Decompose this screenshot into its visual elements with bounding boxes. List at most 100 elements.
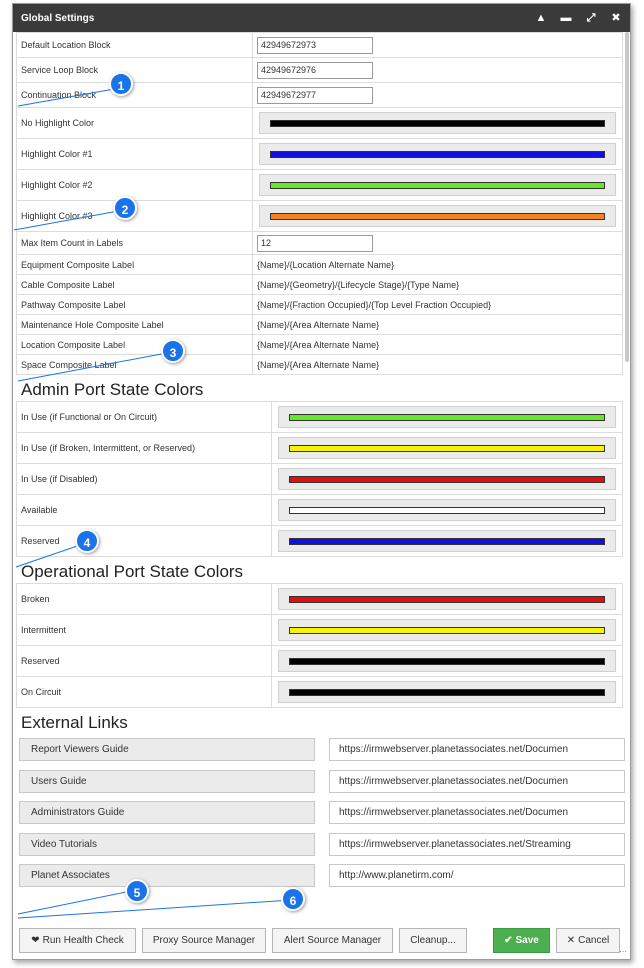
link-url-field[interactable]: https://irmwebserver.planetassociates.ne… bbox=[329, 769, 625, 793]
cleanup-button[interactable]: Cleanup... bbox=[399, 927, 467, 953]
setting-value: {Name}/{Area Alternate Name} bbox=[252, 314, 623, 335]
setting-value-cell bbox=[252, 138, 623, 170]
color-picker[interactable] bbox=[278, 530, 616, 552]
settings-row: Service Loop Block bbox=[16, 57, 623, 83]
setting-input[interactable] bbox=[257, 234, 373, 252]
link-url-field[interactable]: https://irmwebserver.planetassociates.ne… bbox=[329, 801, 625, 825]
link-label-field[interactable]: Report Viewers Guide bbox=[19, 738, 315, 762]
color-swatch bbox=[270, 119, 605, 127]
alert-source-manager-button[interactable]: Alert Source Manager bbox=[272, 927, 393, 953]
settings-row: Cable Composite Label {Name}/{Geometry}/{… bbox=[16, 274, 623, 295]
setting-value-cell bbox=[252, 107, 623, 139]
settings-row: Max Item Count in Labels bbox=[16, 231, 623, 255]
color-picker[interactable] bbox=[259, 112, 616, 134]
setting-label: Default Location Block bbox=[16, 32, 253, 58]
minimize-icon[interactable]: ▬ bbox=[560, 12, 572, 24]
setting-label: Maintenance Hole Composite Label bbox=[16, 314, 253, 335]
port-state-color-cell bbox=[271, 583, 623, 615]
color-picker[interactable] bbox=[278, 468, 616, 490]
cancel-button[interactable]: ✕ Cancel bbox=[556, 927, 620, 953]
color-picker[interactable] bbox=[278, 650, 616, 672]
setting-value-cell bbox=[252, 57, 623, 83]
proxy-source-manager-button[interactable]: Proxy Source Manager bbox=[142, 927, 266, 953]
cross-icon: ✕ bbox=[566, 934, 576, 946]
close-icon[interactable]: ✖ bbox=[610, 12, 622, 24]
settings-row: Space Composite Label {Name}/{Area Altern… bbox=[16, 354, 623, 375]
port-state-row: Available bbox=[16, 494, 623, 526]
color-picker[interactable] bbox=[259, 174, 616, 196]
setting-label: Continuation Block bbox=[16, 82, 253, 108]
collapse-icon[interactable]: ▲ bbox=[535, 12, 547, 24]
maximize-icon[interactable]: ⤢ bbox=[585, 12, 597, 24]
callout-4: 4 bbox=[75, 529, 99, 553]
color-picker[interactable] bbox=[278, 588, 616, 610]
port-state-label: In Use (if Broken, Intermittent, or Rese… bbox=[16, 432, 272, 464]
link-label-field[interactable]: Video Tutorials bbox=[19, 832, 315, 856]
admin-port-state-heading: Admin Port State Colors bbox=[21, 380, 204, 399]
setting-input[interactable] bbox=[257, 61, 373, 79]
scrollbar[interactable] bbox=[625, 32, 629, 362]
color-swatch bbox=[289, 537, 605, 545]
settings-row: Pathway Composite Label {Name}/{Fraction … bbox=[16, 294, 623, 315]
port-state-label: Reserved bbox=[16, 525, 272, 557]
setting-input[interactable] bbox=[257, 36, 373, 54]
link-label-field[interactable]: Users Guide bbox=[19, 769, 315, 793]
setting-value: {Name}/{Area Alternate Name} bbox=[252, 334, 623, 355]
settings-row: Highlight Color #2 bbox=[16, 169, 623, 201]
color-swatch bbox=[289, 506, 605, 514]
callout-6: 6 bbox=[281, 887, 305, 911]
port-state-label: In Use (if Functional or On Circuit) bbox=[16, 401, 272, 433]
port-state-color-cell bbox=[271, 525, 623, 557]
callout-2: 2 bbox=[113, 196, 137, 220]
check-icon: ✔ bbox=[504, 934, 513, 946]
port-state-label: Broken bbox=[16, 583, 272, 615]
link-row: Video Tutorials https://irmwebserver.plan… bbox=[19, 829, 625, 861]
color-picker[interactable] bbox=[259, 143, 616, 165]
color-swatch bbox=[270, 212, 605, 220]
color-swatch bbox=[289, 626, 605, 634]
link-row: Administrators Guide https://irmwebserver… bbox=[19, 797, 625, 829]
port-state-color-cell bbox=[271, 494, 623, 526]
title-bar: Global Settings ▲ ▬ ⤢ ✖ bbox=[13, 4, 630, 32]
settings-row: Default Location Block bbox=[16, 32, 623, 58]
color-swatch bbox=[289, 657, 605, 665]
callout-3: 3 bbox=[161, 339, 185, 363]
operational-port-state-heading: Operational Port State Colors bbox=[21, 562, 244, 581]
setting-label: Pathway Composite Label bbox=[16, 294, 253, 315]
setting-label: Cable Composite Label bbox=[16, 274, 253, 295]
settings-row: Highlight Color #1 bbox=[16, 138, 623, 170]
color-picker[interactable] bbox=[278, 437, 616, 459]
setting-label: Location Composite Label bbox=[16, 334, 253, 355]
setting-input[interactable] bbox=[257, 86, 373, 104]
run-health-check-label: Run Health Check bbox=[42, 934, 124, 946]
resize-grip-icon[interactable]: ⋯ bbox=[619, 947, 627, 956]
port-state-row: In Use (if Disabled) bbox=[16, 463, 623, 495]
setting-value-cell bbox=[252, 231, 623, 255]
color-picker[interactable] bbox=[278, 406, 616, 428]
color-picker[interactable] bbox=[278, 499, 616, 521]
link-url-field[interactable]: https://irmwebserver.planetassociates.ne… bbox=[329, 738, 625, 762]
link-row: Planet Associates http://www.planetirm.co… bbox=[19, 860, 625, 892]
port-state-color-cell bbox=[271, 676, 623, 708]
save-button[interactable]: ✔ Save bbox=[493, 927, 550, 953]
external-links-heading: External Links bbox=[21, 713, 128, 732]
color-swatch bbox=[289, 444, 605, 452]
link-label-field[interactable]: Administrators Guide bbox=[19, 801, 315, 825]
color-picker[interactable] bbox=[278, 681, 616, 703]
color-picker[interactable] bbox=[259, 205, 616, 227]
settings-row: Continuation Block bbox=[16, 82, 623, 108]
port-state-row: Broken bbox=[16, 583, 623, 615]
setting-label: Service Loop Block bbox=[16, 57, 253, 83]
run-health-check-button[interactable]: ❤ Run Health Check bbox=[19, 927, 136, 953]
link-row: Report Viewers Guide https://irmwebserver… bbox=[19, 734, 625, 766]
admin-port-state-table: In Use (if Functional or On Circuit) In U… bbox=[16, 401, 623, 557]
link-url-field[interactable]: https://irmwebserver.planetassociates.ne… bbox=[329, 832, 625, 856]
setting-label: Highlight Color #2 bbox=[16, 169, 253, 201]
link-label-field[interactable]: Planet Associates bbox=[19, 864, 315, 888]
color-swatch bbox=[270, 150, 605, 158]
link-url-field[interactable]: http://www.planetirm.com/ bbox=[329, 864, 625, 888]
settings-row: Equipment Composite Label {Name}/{Locatio… bbox=[16, 254, 623, 275]
setting-value: {Name}/{Location Alternate Name} bbox=[252, 254, 623, 275]
color-picker[interactable] bbox=[278, 619, 616, 641]
settings-content: Default Location BlockService Loop Block… bbox=[13, 32, 630, 921]
